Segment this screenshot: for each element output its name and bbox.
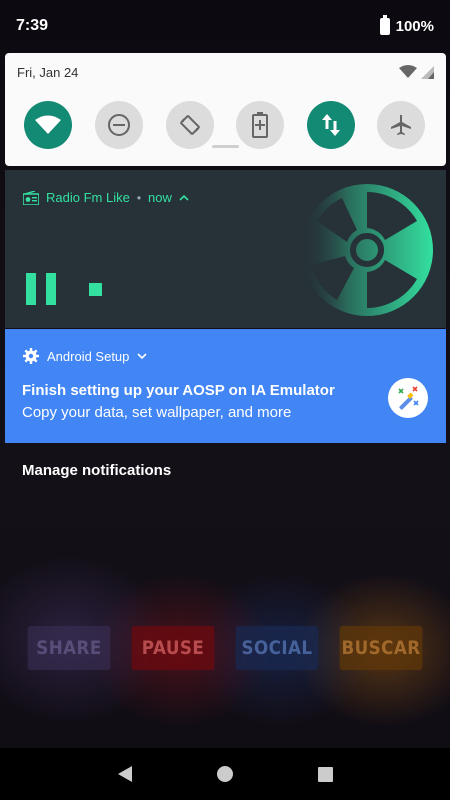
manage-notifications-link[interactable]: Manage notifications — [22, 462, 171, 479]
navigation-bar — [0, 748, 450, 800]
status-bar: 7:39 100% — [0, 0, 450, 52]
rotate-tile[interactable] — [166, 101, 214, 149]
battery-icon — [379, 14, 390, 35]
recent-apps-icon[interactable] — [317, 766, 333, 782]
home-icon[interactable] — [216, 766, 233, 782]
setup-wizard-icon — [388, 378, 428, 418]
status-time: 7:39 — [16, 17, 49, 34]
wifi-tile[interactable] — [24, 101, 72, 149]
do-not-disturb-icon — [108, 114, 130, 136]
qs-tiles — [5, 101, 446, 149]
buscar-button: BUSCAR — [339, 626, 423, 670]
status-right: 100% — [379, 14, 434, 35]
media-app-name: Radio Fm Like — [46, 190, 130, 205]
pause-button[interactable] — [26, 273, 56, 305]
pause-bar-left — [26, 273, 36, 305]
qs-drag-handle[interactable] — [212, 145, 239, 148]
media-time: now — [148, 190, 172, 205]
setup-title: Finish setting up your AOSP on IA Emulat… — [22, 382, 335, 399]
airplane-mode-icon — [391, 115, 411, 135]
battery-percent: 100% — [395, 17, 434, 35]
battery-saver-icon — [252, 112, 268, 138]
pause-bar-right — [46, 273, 56, 305]
mobile-data-icon — [322, 114, 340, 136]
auto-rotate-icon — [180, 115, 200, 135]
battery-saver-tile[interactable] — [236, 101, 284, 149]
social-button: SOCIAL — [235, 626, 319, 670]
media-header: Radio Fm Like • now — [23, 190, 189, 205]
media-notification[interactable]: Radio Fm Like • now — [5, 170, 446, 328]
setup-header: Android Setup — [23, 348, 147, 364]
chevron-down-icon[interactable] — [137, 352, 147, 360]
back-icon[interactable] — [117, 766, 132, 782]
setup-app-name: Android Setup — [47, 348, 130, 364]
chevron-up-icon[interactable] — [179, 194, 189, 201]
airplane-tile[interactable] — [377, 101, 425, 149]
dnd-tile[interactable] — [95, 101, 143, 149]
media-separator: • — [136, 190, 142, 205]
wifi-icon — [35, 115, 61, 134]
album-art-reel-icon — [301, 184, 433, 316]
qs-signal — [399, 65, 434, 79]
radio-icon — [23, 190, 39, 205]
setup-notification[interactable]: Android Setup Finish setting up your AOS… — [5, 329, 446, 443]
cell-signal-icon — [421, 66, 434, 79]
qs-date[interactable]: Fri, Jan 24 — [17, 65, 78, 80]
gear-icon — [23, 348, 39, 364]
pause-button-bg: PAUSE — [131, 626, 215, 670]
quick-settings-panel: Fri, Jan 24 — [5, 53, 446, 166]
mobile-data-tile[interactable] — [307, 101, 355, 149]
setup-text: Copy your data, set wallpaper, and more — [22, 404, 292, 421]
stop-button[interactable] — [89, 283, 102, 296]
wifi-signal-icon — [399, 65, 417, 78]
share-button: SHARE — [27, 626, 111, 670]
magic-wand-icon — [398, 386, 419, 410]
